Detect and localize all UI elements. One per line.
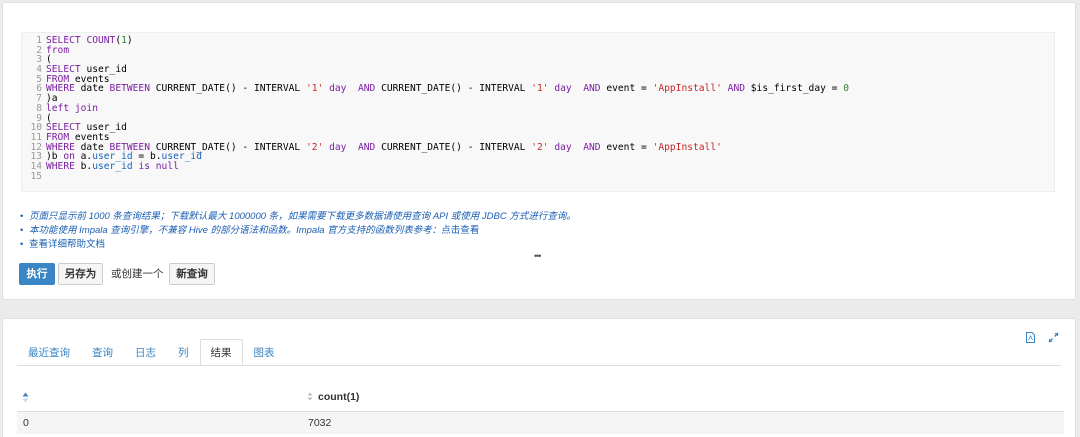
note-result-limit: 页面只显示前 1000 条查询结果；下载默认最大 1000000 条，如果需要下…: [20, 210, 576, 224]
code-token: AND: [583, 141, 607, 153]
code-token: day: [329, 83, 347, 95]
code-token: AND: [357, 141, 382, 153]
result-tabs: 最近查询 查询 日志 列 结果 图表: [17, 339, 286, 366]
results-table: count(1) 0 7032: [17, 383, 1064, 434]
table-header: count(1): [17, 383, 1064, 412]
tab-recent-queries[interactable]: 最近查询: [17, 339, 81, 366]
code-line[interactable]: 14 WHERE b. user_id is null: [22, 162, 1054, 172]
code-token: CURRENT_DATE() - INTERVAL: [381, 141, 532, 153]
code-token: AND: [357, 83, 382, 95]
tabs-divider: [17, 365, 1061, 366]
code-line[interactable]: 3(: [22, 55, 1054, 65]
code-line[interactable]: 8 left join: [22, 104, 1054, 114]
code-line[interactable]: 1 SELECT COUNT(1): [22, 36, 1054, 46]
line-number: 5: [36, 73, 42, 85]
help-doc-link[interactable]: 查看详细帮助文档: [29, 239, 105, 250]
code-line[interactable]: 6 WHERE date BETWEEN CURRENT_DATE() - INT…: [22, 84, 1054, 94]
code-token: date: [80, 83, 110, 95]
code-token: WHERE: [46, 160, 81, 172]
code-token: 'AppInstall': [652, 141, 722, 153]
line-number: 2: [36, 44, 42, 56]
code-token: 'AppInstall': [652, 83, 722, 95]
code-token: user_id: [92, 160, 133, 172]
code-token: 0: [843, 83, 849, 95]
code-token: $is_first_day =: [750, 83, 844, 95]
line-number: 3: [36, 54, 42, 66]
code-token: AND: [727, 83, 751, 95]
line-number: 15: [30, 170, 42, 182]
code-line[interactable]: 2 from: [22, 44, 1054, 56]
row-index-cell: 0: [23, 417, 29, 429]
note-impala-text: 本功能使用 Impala 查询引擎，不兼容 Hive 的部分语法和函数。Impa…: [29, 225, 442, 236]
code-token: day: [554, 83, 572, 95]
tab-log[interactable]: 日志: [124, 339, 167, 366]
notes-list: 页面只显示前 1000 条查询结果；下载默认最大 1000000 条，如果需要下…: [20, 210, 576, 252]
code-token: BETWEEN: [109, 83, 156, 95]
note-help: 查看详细帮助文档: [20, 238, 576, 252]
code-token: '1': [305, 83, 324, 95]
tab-columns[interactable]: 列: [167, 339, 200, 366]
column-sort-icon: [307, 392, 313, 401]
note-impala-engine: 本功能使用 Impala 查询引擎，不兼容 Hive 的部分语法和函数。Impa…: [20, 224, 576, 238]
column-header-label: count(1): [318, 391, 360, 403]
code-line[interactable]: 9(: [22, 113, 1054, 124]
line-number: 1: [36, 35, 42, 46]
code-token: '2': [531, 141, 549, 153]
code-line[interactable]: 7)a: [22, 94, 1054, 104]
code-token: '2': [305, 141, 324, 153]
code-token: day: [329, 141, 347, 153]
table-row: 0 7032: [17, 412, 1064, 434]
code-token: day: [554, 141, 572, 153]
code-token: CURRENT_DATE() - INTERVAL: [381, 83, 532, 95]
code-token: ): [126, 35, 133, 46]
tab-results[interactable]: 结果: [199, 339, 243, 366]
code-token: event =: [606, 83, 653, 95]
save-as-button[interactable]: 另存为: [58, 263, 103, 285]
code-token: AND: [583, 83, 607, 95]
code-token: event =: [606, 141, 653, 153]
code-token: CURRENT_DATE() - INTERVAL: [155, 83, 306, 95]
row-sort-icon[interactable]: [22, 392, 29, 403]
sql-editor[interactable]: 1 SELECT COUNT(1) 2 from 3(4 SELECT user_id 5 F…: [21, 32, 1055, 192]
count-cell: 7032: [308, 417, 332, 429]
tab-query[interactable]: 查询: [81, 339, 124, 366]
code-token: left join: [46, 102, 98, 114]
tab-chart[interactable]: 图表: [243, 339, 286, 366]
column-header-count[interactable]: count(1): [307, 383, 359, 411]
query-editor-panel: 1 SELECT COUNT(1) 2 from 3(4 SELECT user_id 5 F…: [2, 2, 1076, 300]
view-functions-link[interactable]: 点击查看: [441, 225, 479, 236]
run-button[interactable]: 执行: [19, 263, 55, 285]
code-line[interactable]: 10 SELECT user_id: [22, 123, 1054, 133]
code-token: b.: [80, 160, 93, 172]
line-number: 4: [36, 64, 42, 76]
code-token: '1': [531, 83, 549, 95]
line-number: 6: [36, 83, 42, 95]
new-query-button[interactable]: 新查询: [169, 263, 215, 285]
code-token: COUNT: [86, 35, 116, 46]
line-number: 7: [36, 93, 42, 105]
results-panel: 最近查询 查询 日志 列 结果 图表 count(1) 0 7032: [2, 318, 1076, 437]
code-line[interactable]: 15: [22, 170, 1054, 182]
or-create-text: 或创建一个: [111, 268, 164, 280]
expand-icon[interactable]: [1048, 332, 1059, 343]
resize-handle[interactable]: •••: [534, 251, 542, 261]
export-pdf-icon[interactable]: [1026, 332, 1035, 343]
code-line[interactable]: 4 SELECT user_id: [22, 65, 1054, 75]
code-token: is null: [138, 160, 179, 172]
line-number: 8: [36, 102, 42, 114]
